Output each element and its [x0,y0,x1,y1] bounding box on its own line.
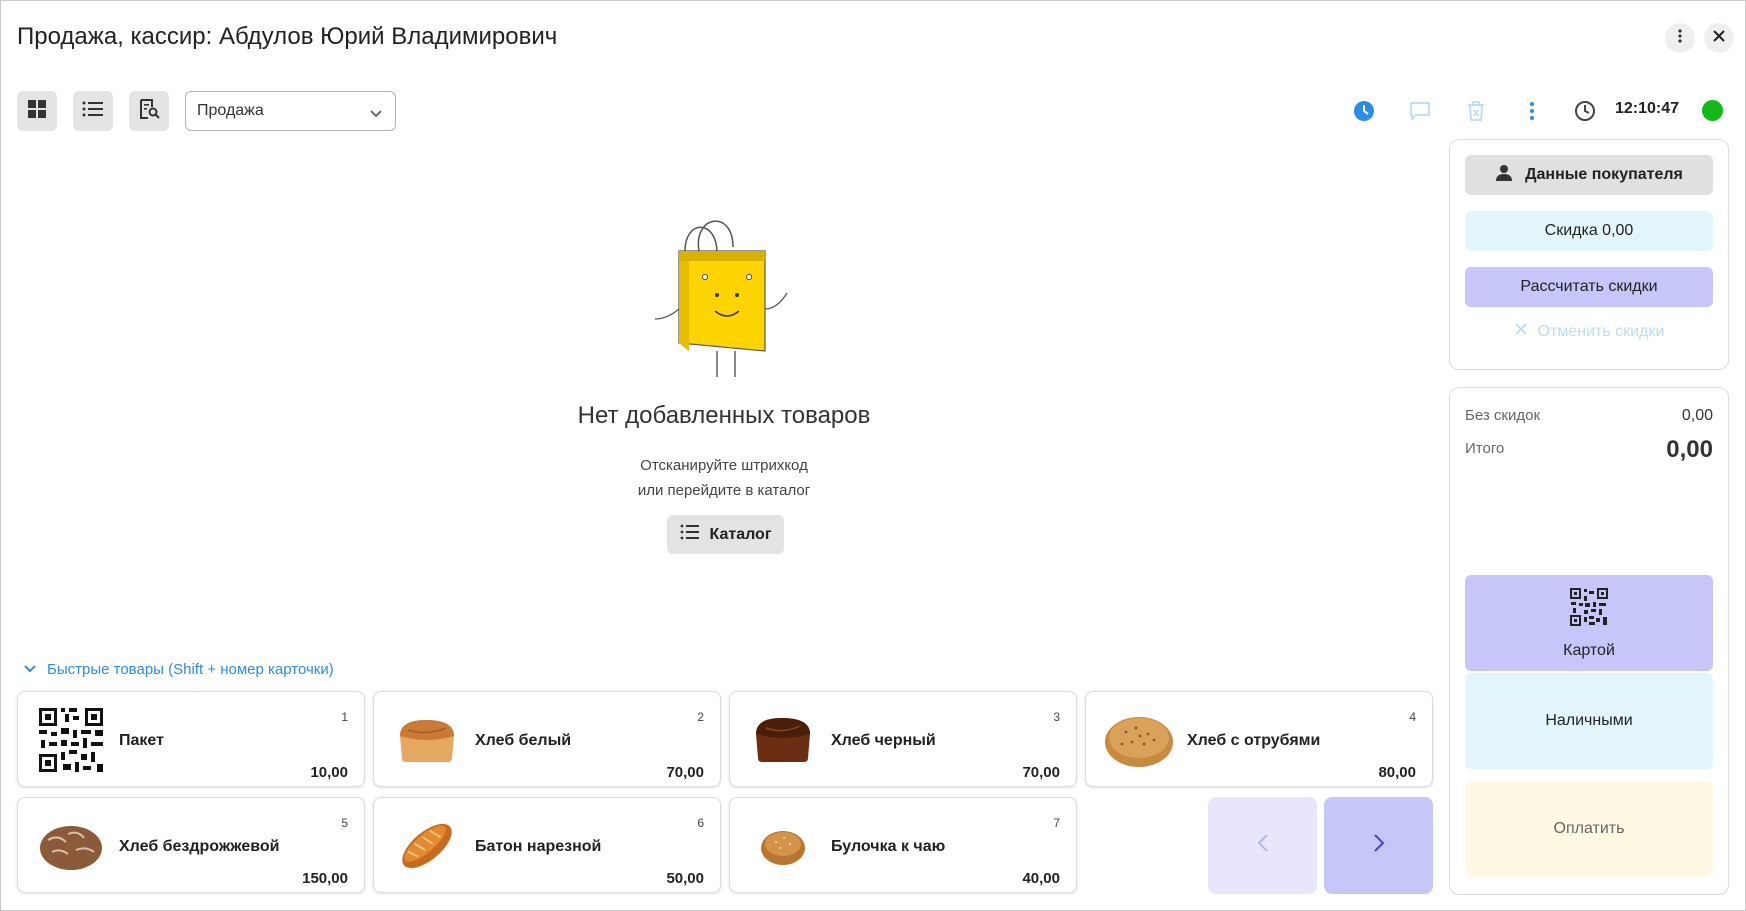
customer-data-button[interactable]: Данные покупателя [1465,155,1713,195]
cancel-discounts-label: Отменить скидки [1537,322,1665,340]
receipt-search-button[interactable] [129,91,169,131]
total-value: 0,00 [1666,436,1713,463]
qr-code-icon [1569,587,1609,632]
pay-by-card-label: Картой [1563,641,1615,659]
person-icon [1495,164,1513,187]
quick-product-card[interactable]: Хлеб с отрубями 4 80,00 [1085,691,1433,787]
pay-button[interactable]: Оплатить [1465,781,1713,877]
mode-select-value: Продажа [197,102,264,119]
empty-cart-hint-line-2: или перейдите в каталог [637,482,811,499]
catalog-button-label: Каталог [709,525,772,543]
more-menu-button[interactable] [1665,23,1695,53]
product-price: 70,00 [1022,764,1060,781]
product-number: 1 [341,710,348,724]
prev-page-button[interactable] [1208,797,1317,894]
search-document-icon [138,98,160,125]
quick-product-card[interactable]: Батон нарезной 6 50,00 [373,797,721,893]
chevron-left-icon [1256,832,1270,859]
catalog-button[interactable]: Каталог [667,515,784,554]
pay-cash-button[interactable]: Наличными [1465,673,1713,769]
close-button[interactable] [1704,23,1734,53]
clock-time: 12:10:47 [1615,100,1680,117]
product-number: 5 [341,816,348,830]
shopping-bag-illustration [653,215,795,386]
product-price: 50,00 [666,870,704,887]
chevron-down-icon [369,105,383,123]
grid-view-button[interactable] [17,91,57,131]
close-icon [1514,322,1528,341]
product-name: Хлеб с отрубями [1187,732,1321,749]
more-icon[interactable] [1521,100,1543,122]
black-bread-image [748,705,818,775]
product-price: 80,00 [1378,764,1416,781]
grid-view-icon [27,99,47,124]
product-price: 40,00 [1022,870,1060,887]
quick-product-card[interactable]: Хлеб белый 2 70,00 [373,691,721,787]
window-frame: Продажа, кассир: Абдулов Юрий Владимиров… [0,0,1746,911]
qr-code-image [36,705,106,775]
calculate-discounts-label: Рассчитать скидки [1520,278,1658,295]
product-price: 150,00 [302,870,348,887]
cancel-discounts-button[interactable]: Отменить скидки [1465,322,1713,341]
payment-panel: Без скидок 0,00 Итого 0,00 Картой Наличн… [1449,387,1729,895]
discount-label: Скидка 0,00 [1544,222,1634,239]
product-number: 4 [1409,710,1416,724]
quick-product-card[interactable]: Пакет 1 10,00 [17,691,365,787]
product-number: 3 [1053,710,1060,724]
page-title: Продажа, кассир: Абдулов Юрий Владимиров… [17,23,558,50]
no-discount-value: 0,00 [1681,407,1713,424]
bran-bread-image [1104,705,1174,775]
quick-product-card[interactable]: Хлеб бездрожжевой 5 150,00 [17,797,365,893]
empty-cart-title: Нет добавленных товаров [577,402,871,429]
total-label: Итого [1465,440,1505,457]
pay-by-card-button[interactable]: Картой [1465,575,1713,671]
quick-products-toggle[interactable]: Быстрые товары (Shift + номер карточки) [23,661,334,678]
list-view-button[interactable] [73,91,113,131]
product-number: 2 [697,710,704,724]
quick-products-header: Быстрые товары (Shift + номер карточки) [47,661,334,678]
list-icon [680,524,700,545]
no-discount-label: Без скидок [1465,407,1540,424]
yeast-free-bread-image [36,811,106,881]
empty-cart-hint-line-1: Отсканируйте штрихкод [640,457,808,474]
clock-blue-icon[interactable] [1353,100,1375,122]
discount-display[interactable]: Скидка 0,00 [1465,211,1713,251]
discount-panel: Данные покупателя Скидка 0,00 Рассчитать… [1449,139,1729,370]
product-name: Булочка к чаю [831,838,946,855]
list-view-icon [82,100,104,123]
product-price: 70,00 [666,764,704,781]
chevron-down-icon [23,661,37,678]
bun-image [748,811,818,881]
customer-data-label: Данные покупателя [1525,166,1683,183]
product-price: 10,00 [310,764,348,781]
close-icon [1711,28,1727,49]
comment-icon[interactable] [1409,100,1431,122]
pay-label: Оплатить [1553,820,1625,837]
product-name: Пакет [119,732,164,749]
mode-select[interactable]: Продажа [185,91,396,131]
delete-receipt-icon[interactable] [1465,100,1487,122]
quick-product-card[interactable]: Хлеб черный 3 70,00 [729,691,1077,787]
product-number: 6 [697,816,704,830]
product-name: Хлеб белый [475,732,572,749]
online-status-indicator [1702,100,1723,121]
next-page-button[interactable] [1324,797,1433,894]
empty-cart-hint: Отсканируйте штрихкод или перейдите в ка… [521,453,927,503]
product-name: Хлеб бездрожжевой [119,838,280,855]
product-name: Хлеб черный [831,732,936,749]
vertical-dots-icon [1672,28,1688,49]
time-icon [1574,100,1596,122]
product-name: Батон нарезной [475,838,602,855]
pay-cash-label: Наличными [1545,712,1633,729]
calculate-discounts-button[interactable]: Рассчитать скидки [1465,267,1713,307]
baton-image [392,811,462,881]
chevron-right-icon [1372,832,1386,859]
white-bread-image [392,705,462,775]
product-number: 7 [1053,816,1060,830]
quick-product-card[interactable]: Булочка к чаю 7 40,00 [729,797,1077,893]
